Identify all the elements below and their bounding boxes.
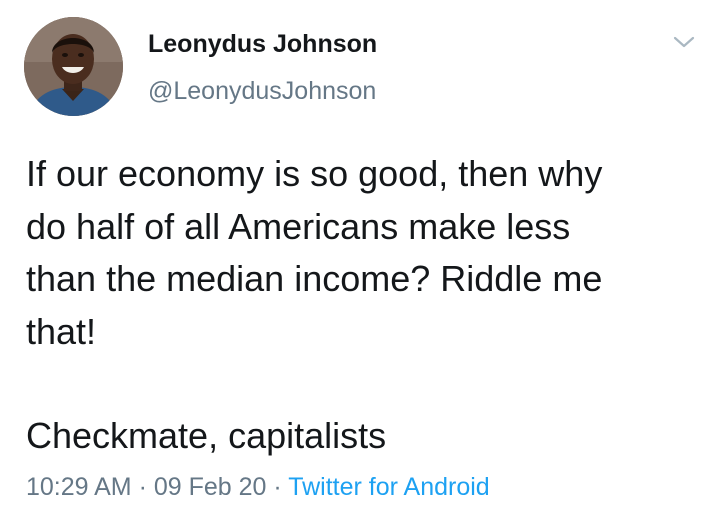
avatar[interactable] [24,17,123,116]
tweet-date[interactable]: 09 Feb 20 [154,473,267,501]
meta-separator: · [131,473,154,501]
tweet-source-link[interactable]: Twitter for Android [288,473,489,501]
tweet-text-line: than the median income? Riddle me [26,258,603,299]
display-name[interactable]: Leonydus Johnson [148,30,377,59]
tweet-card: Leonydus Johnson @LeonydusJohnson If our… [0,0,720,524]
tweet-metadata: 10:29 AM · 09 Feb 20 · Twitter for Andro… [26,473,490,502]
avatar-image [24,17,123,116]
tweet-time[interactable]: 10:29 AM [26,473,132,501]
tweet-text-line: that! [26,310,97,352]
meta-separator: · [266,473,289,501]
user-handle[interactable]: @LeonydusJohnson [148,77,376,106]
chevron-down-icon[interactable] [671,33,697,51]
tweet-closing-line: Checkmate, capitalists [26,415,387,456]
tweet-text-line: do half of all Americans make less [26,205,571,247]
tweet-text: If our economy is so good, then why do h… [26,148,706,463]
tweet-text-line: If our economy is so good, then why [26,153,603,194]
